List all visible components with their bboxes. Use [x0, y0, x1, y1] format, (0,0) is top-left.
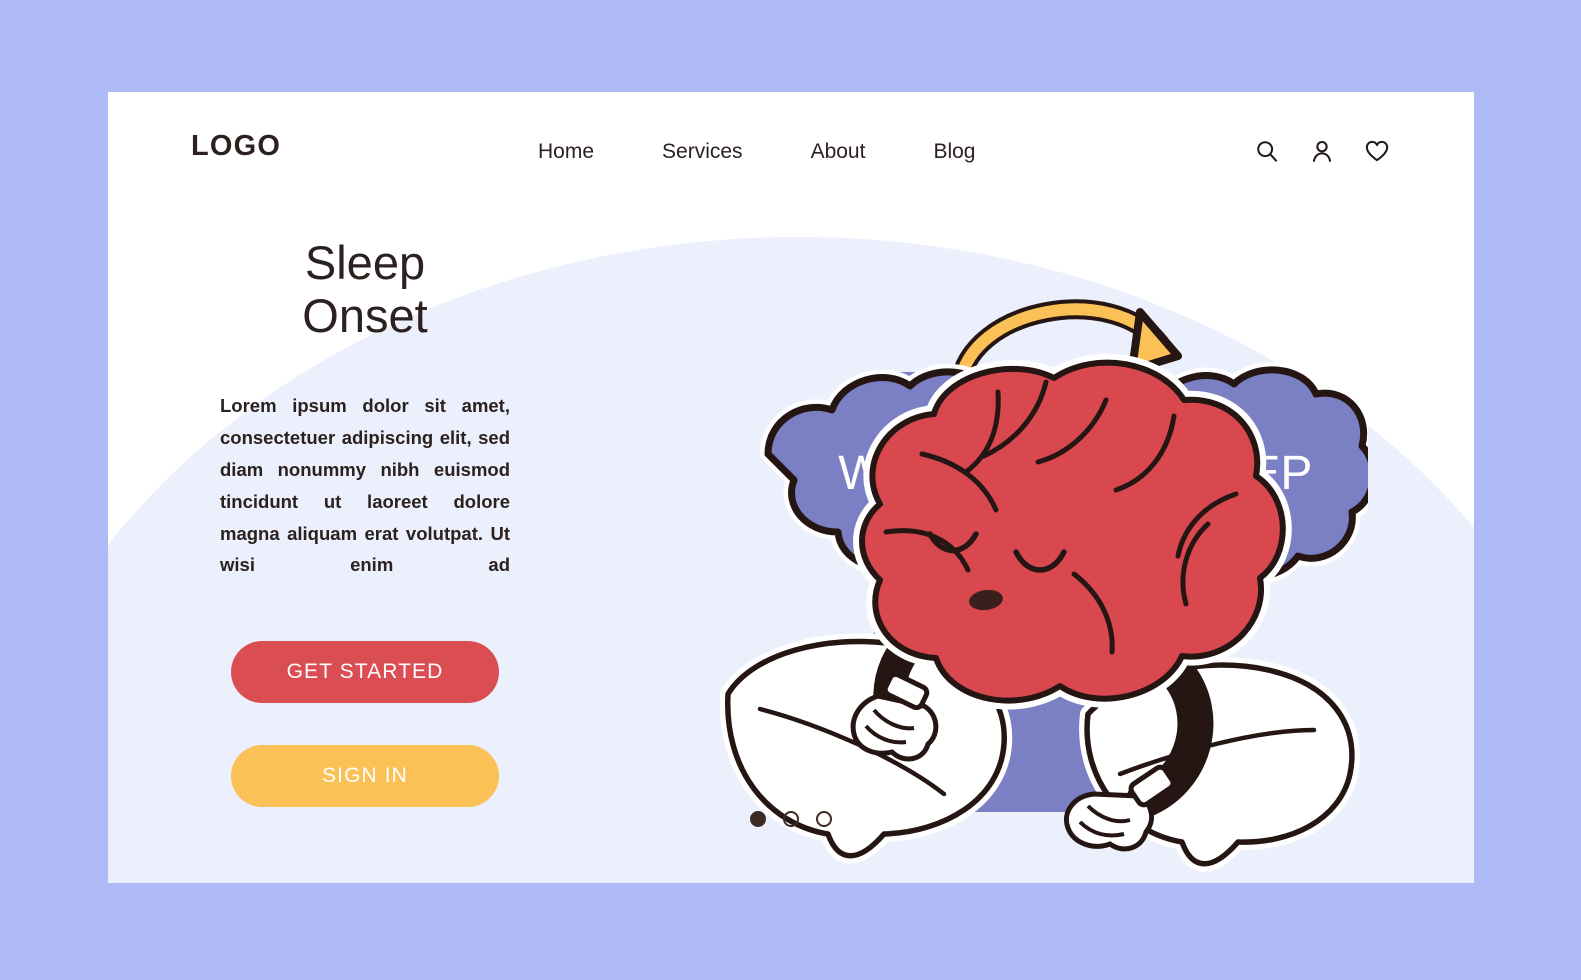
hero-card: LOGO Home Services About Blog Sleep Onse… [108, 92, 1474, 883]
nav-item-blog[interactable]: Blog [933, 140, 975, 164]
hero-paragraph: Lorem ipsum dolor sit amet, consectetuer… [220, 395, 510, 576]
get-started-button[interactable]: GET STARTED [231, 641, 499, 704]
page-title: Sleep Onset [302, 236, 428, 342]
search-icon[interactable] [1254, 138, 1280, 164]
page-root: LOGO Home Services About Blog Sleep Onse… [0, 0, 1581, 980]
carousel-dot-2[interactable] [783, 811, 799, 827]
heart-icon[interactable] [1364, 138, 1390, 164]
sleeping-brain-illustration: WAKE SLEEP [708, 204, 1368, 883]
hero-text-column: Sleep Onset Lorem ipsum dolor sit amet, … [220, 236, 510, 808]
nav-item-services[interactable]: Services [662, 140, 743, 164]
nav-item-about[interactable]: About [811, 140, 866, 164]
header-icon-group [1254, 138, 1390, 164]
site-header: LOGO Home Services About Blog [108, 92, 1474, 212]
carousel-dot-1[interactable] [750, 811, 766, 827]
carousel-dot-3[interactable] [816, 811, 832, 827]
carousel-dots [108, 811, 1474, 827]
main-navigation: Home Services About Blog [538, 140, 975, 164]
nav-item-home[interactable]: Home [538, 140, 594, 164]
user-icon[interactable] [1309, 138, 1335, 164]
sign-in-button[interactable]: SIGN IN [231, 745, 499, 808]
brain-character [853, 353, 1292, 710]
logo[interactable]: LOGO [191, 130, 281, 163]
